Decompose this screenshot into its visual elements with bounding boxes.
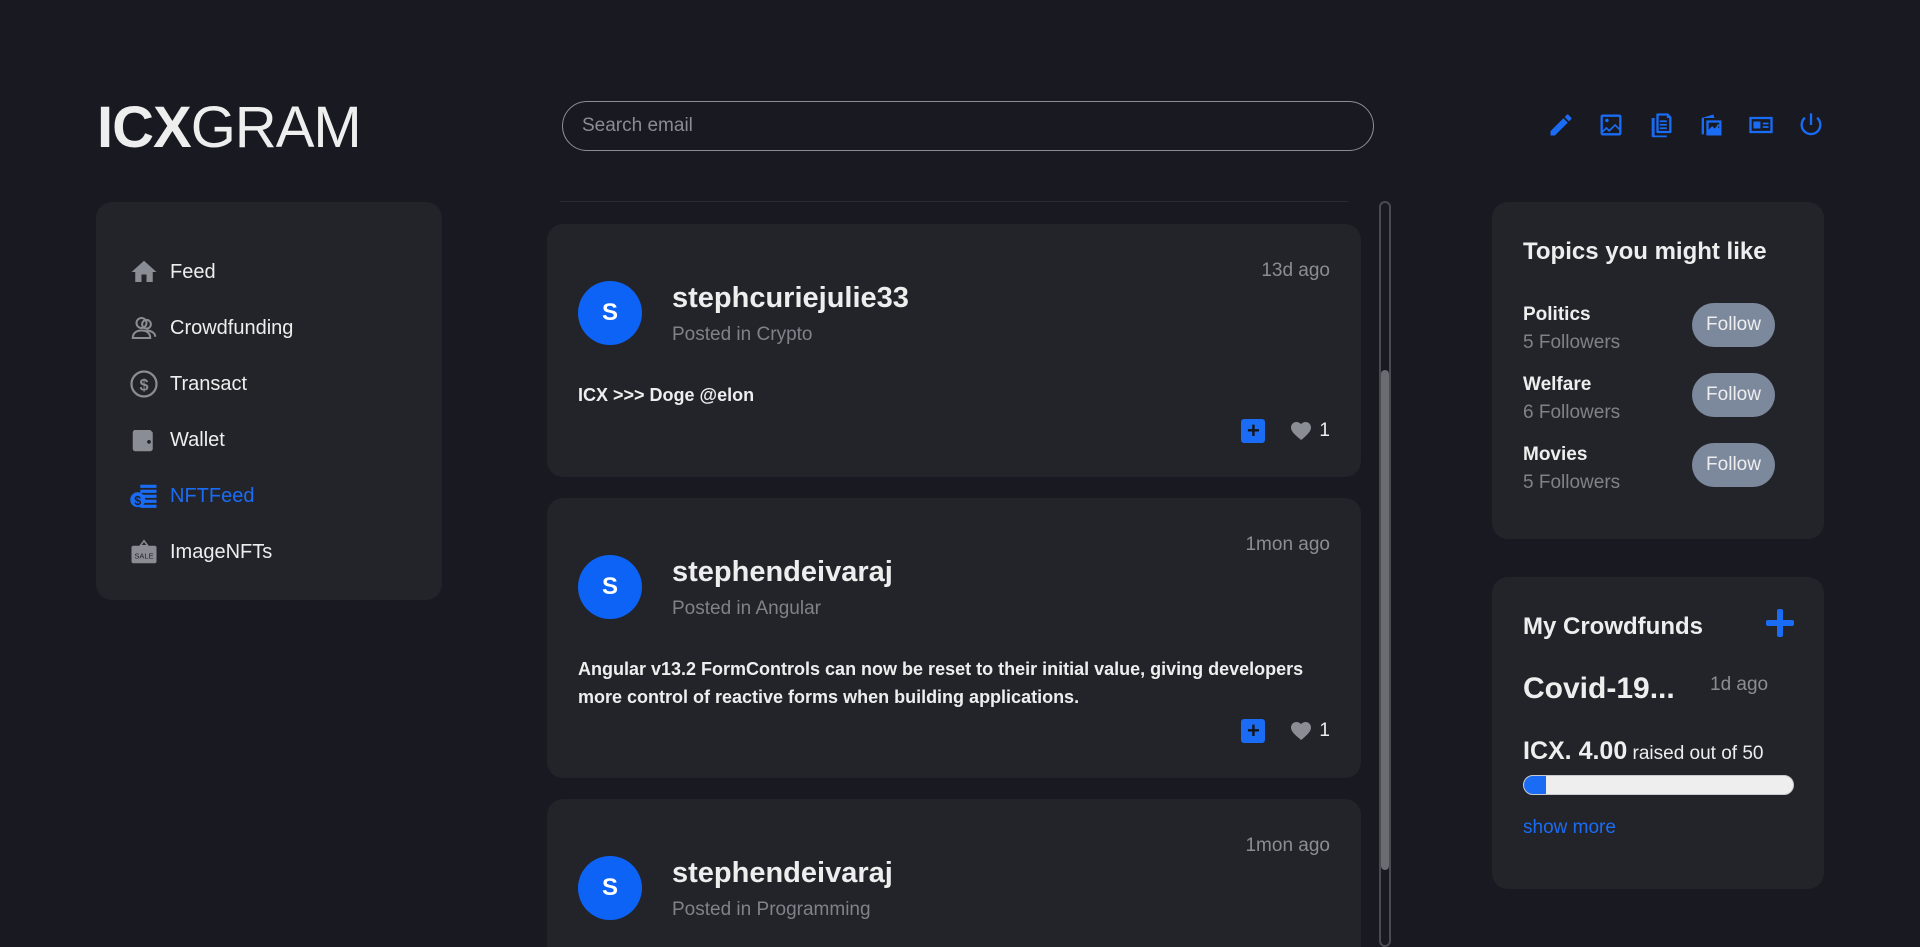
nav-item-feed[interactable]: Feed (96, 244, 442, 300)
raised-suffix: raised out of 50 (1632, 743, 1764, 764)
svg-text:$: $ (134, 494, 141, 508)
nav-item-imagenfts[interactable]: SALE ImageNFTs (96, 524, 442, 580)
image-gallery-icon[interactable] (1696, 110, 1726, 140)
nav-item-label: ImageNFTs (170, 540, 273, 563)
posted-in-prefix: Posted in (672, 598, 752, 619)
post-category: Posted in Angular (672, 598, 821, 620)
post-username[interactable]: stephcuriejulie33 (672, 282, 909, 315)
post-timestamp: 1mon ago (1245, 835, 1330, 856)
post-card[interactable]: S stephcuriejulie33 Posted in Crypto 13d… (547, 224, 1361, 477)
avatar[interactable]: S (578, 281, 642, 345)
topic-item: Welfare 6 Followers Follow (1523, 373, 1793, 434)
nav-item-label: Transact (170, 372, 248, 395)
feed-divider (560, 201, 1348, 202)
nav-item-label: Crowdfunding (170, 316, 294, 339)
users-icon (128, 312, 160, 344)
post-card[interactable]: S stephendeivaraj Posted in Programming … (547, 799, 1361, 947)
show-more-link[interactable]: show more (1523, 817, 1616, 839)
heart-icon (1291, 422, 1312, 440)
nav-item-label: Wallet (170, 428, 225, 451)
like-button[interactable]: 1 (1289, 719, 1330, 743)
category-name[interactable]: Angular (755, 598, 821, 619)
like-button[interactable]: 1 (1289, 419, 1330, 443)
crowdfund-name[interactable]: Covid-19... (1523, 672, 1675, 706)
post-username[interactable]: stephendeivaraj (672, 857, 893, 890)
like-count: 1 (1319, 720, 1330, 741)
topic-item: Movies 5 Followers Follow (1523, 443, 1793, 504)
nav-item-wallet[interactable]: Wallet (96, 412, 442, 468)
post-category: Posted in Crypto (672, 324, 812, 346)
topics-card: Topics you might like Politics 5 Followe… (1492, 202, 1824, 539)
nav-item-transact[interactable]: $ Transact (96, 356, 442, 412)
documents-icon[interactable] (1646, 110, 1676, 140)
power-icon[interactable] (1796, 110, 1826, 140)
pencil-icon[interactable] (1546, 110, 1576, 140)
post-card[interactable]: S stephendeivaraj Posted in Angular 1mon… (547, 498, 1361, 778)
raised-amount: ICX. 4.00 (1523, 737, 1628, 765)
crowdfunds-card: My Crowdfunds Covid-19... 1d ago ICX. 4.… (1492, 577, 1824, 889)
home-icon (128, 256, 160, 288)
left-nav: Feed Crowdfunding $ Transact Wallet $ NF… (96, 202, 442, 600)
add-icon[interactable]: + (1241, 719, 1266, 743)
logo-bold-text: ICX (97, 95, 192, 160)
svg-text:$: $ (139, 376, 148, 394)
follow-button[interactable]: Follow (1692, 373, 1775, 417)
posted-in-prefix: Posted in (672, 899, 752, 920)
image-icon[interactable] (1596, 110, 1626, 140)
post-username[interactable]: stephendeivaraj (672, 556, 893, 589)
post-actions: + 1 (1241, 419, 1330, 443)
sale-tag-icon: SALE (128, 536, 160, 568)
posted-in-prefix: Posted in (672, 324, 752, 345)
post-timestamp: 1mon ago (1245, 534, 1330, 555)
topics-title: Topics you might like (1523, 238, 1767, 265)
category-name[interactable]: Programming (757, 899, 871, 920)
app-logo[interactable]: ICXGRAM (97, 95, 362, 160)
wallet-icon (128, 424, 160, 456)
nav-item-crowdfunding[interactable]: Crowdfunding (96, 300, 442, 356)
crowdfund-progress-bar (1523, 775, 1794, 795)
top-toolbar (1546, 110, 1846, 140)
nav-item-label: NFTFeed (170, 484, 255, 507)
nav-item-nftfeed[interactable]: $ NFTFeed (96, 468, 442, 524)
svg-text:SALE: SALE (134, 551, 153, 560)
crowdfund-raised: ICX. 4.00 raised out of 50 (1523, 737, 1764, 766)
logo-light-text: GRAM (190, 95, 362, 160)
heart-icon (1291, 722, 1312, 740)
category-name[interactable]: Crypto (757, 324, 813, 345)
avatar[interactable]: S (578, 856, 642, 920)
id-card-icon[interactable] (1746, 110, 1776, 140)
post-timestamp: 13d ago (1261, 260, 1330, 281)
progress-fill (1524, 776, 1546, 794)
dollar-circle-icon: $ (128, 368, 160, 400)
crowdfund-timestamp: 1d ago (1710, 674, 1769, 695)
post-actions: + 1 (1241, 719, 1330, 743)
add-crowdfund-plus-icon[interactable] (1766, 609, 1794, 637)
like-count: 1 (1319, 420, 1330, 441)
follow-button[interactable]: Follow (1692, 303, 1775, 347)
post-body: Angular v13.2 FormControls can now be re… (578, 659, 1304, 707)
post-category: Posted in Programming (672, 899, 871, 921)
follow-button[interactable]: Follow (1692, 443, 1775, 487)
nft-feed-icon: $ (128, 480, 160, 512)
search-input[interactable] (562, 101, 1374, 151)
crowdfunds-title: My Crowdfunds (1523, 613, 1703, 640)
add-icon[interactable]: + (1241, 419, 1266, 443)
avatar[interactable]: S (578, 555, 642, 619)
post-body: ICX >>> Doge @elon (578, 385, 755, 405)
feed-scrollbar-thumb[interactable] (1381, 370, 1389, 870)
topic-item: Politics 5 Followers Follow (1523, 303, 1793, 364)
nav-item-label: Feed (170, 260, 216, 283)
